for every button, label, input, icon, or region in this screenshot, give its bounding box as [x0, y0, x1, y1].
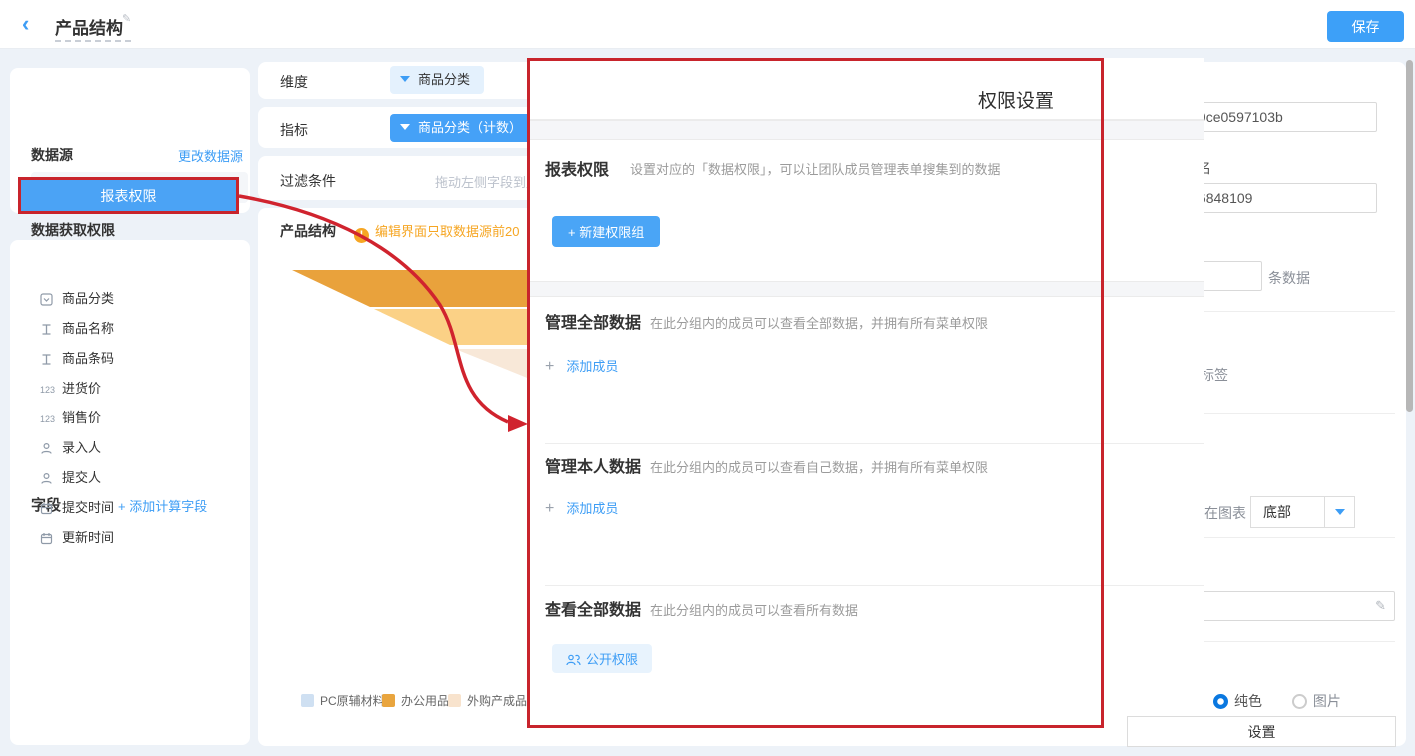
- group-title: 管理本人数据: [545, 453, 641, 477]
- chevron-down-icon: [1335, 509, 1345, 515]
- field-item[interactable]: 商品条码: [40, 348, 240, 370]
- radio-image[interactable]: 图片: [1292, 693, 1341, 709]
- add-member-link[interactable]: +添加成员: [545, 356, 618, 376]
- chevron-down-icon: [400, 124, 410, 130]
- divider: [545, 585, 1204, 586]
- people-icon: [566, 654, 581, 666]
- save-button[interactable]: 保存: [1327, 11, 1404, 42]
- legend-swatch: [448, 694, 461, 707]
- legend-swatch: [301, 694, 314, 707]
- radio-solid-color[interactable]: 纯色: [1213, 693, 1262, 709]
- field-item[interactable]: 123进货价: [40, 378, 240, 400]
- text-icon: [40, 323, 62, 336]
- person-icon: [40, 442, 62, 455]
- data-access-title: 数据获取权限: [31, 220, 115, 240]
- legend-item[interactable]: 外购产成品: [448, 692, 527, 709]
- group-desc: 在此分组内的成员可以查看自己数据，并拥有所有菜单权限: [650, 457, 988, 476]
- chart-position-label: 在图表: [1204, 503, 1246, 523]
- field-item[interactable]: 录入人: [40, 437, 240, 459]
- change-datasource-link[interactable]: 更改数据源: [178, 146, 243, 165]
- datasource-title: 数据源: [31, 145, 73, 165]
- report-permission-section-title: 报表权限: [545, 156, 609, 180]
- report-permission-button[interactable]: 报表权限: [21, 180, 236, 211]
- permission-dialog: 权限设置 报表权限 设置对应的「数据权限」，可以让团队成员管理表单搜集到的数据 …: [527, 58, 1204, 734]
- group-title: 查看全部数据: [545, 596, 641, 620]
- radio-selected-icon: [1213, 694, 1228, 709]
- tag-label-fragment: 标签: [1200, 365, 1228, 385]
- title-underline: [55, 40, 131, 42]
- group-desc: 在此分组内的成员可以查看全部数据，并拥有所有菜单权限: [650, 313, 988, 332]
- legend-item[interactable]: 办公用品: [382, 692, 449, 709]
- public-permission-button[interactable]: 公开权限: [552, 644, 652, 673]
- field-item[interactable]: 更新时间: [40, 527, 240, 549]
- chart-position-value: 底部: [1251, 504, 1291, 520]
- section-gap: [527, 120, 1204, 140]
- edit-title-icon[interactable]: ✎: [122, 12, 131, 25]
- metric-pill[interactable]: 商品分类（计数）: [390, 114, 536, 142]
- legend-item[interactable]: PC原辅材料: [301, 692, 385, 709]
- chevron-down-icon: [400, 76, 410, 82]
- dialog-title: 权限设置: [978, 86, 1054, 113]
- field-item[interactable]: 提交时间: [40, 497, 240, 519]
- group-desc: 在此分组内的成员可以查看所有数据: [650, 600, 858, 619]
- group-title: 管理全部数据: [545, 309, 641, 333]
- number-icon: 123: [40, 385, 62, 395]
- filter-label: 过滤条件: [280, 171, 336, 191]
- settings-button[interactable]: 设置: [1127, 716, 1396, 747]
- fill-type-radios: 纯色 图片: [1213, 691, 1341, 711]
- fields-card: 字段 + 添加计算字段 商品分类 商品名称 商品条码 123进货价 123销售价…: [10, 240, 250, 745]
- row-count-suffix: 条数据: [1268, 268, 1310, 288]
- dimension-label: 维度: [280, 72, 308, 92]
- person-icon: [40, 472, 62, 485]
- report-permission-section-desc: 设置对应的「数据权限」，可以让团队成员管理表单搜集到的数据: [630, 159, 1001, 178]
- legend-swatch: [382, 694, 395, 707]
- select-icon: [40, 293, 62, 306]
- select-caret-box: [1324, 497, 1354, 527]
- field-item[interactable]: 123销售价: [40, 407, 240, 429]
- header-bar: ‹ 产品结构 ✎ 保存: [0, 0, 1415, 48]
- pencil-icon[interactable]: ✎: [1375, 598, 1386, 614]
- plus-icon: +: [568, 225, 576, 240]
- add-member-link[interactable]: +添加成员: [545, 498, 618, 518]
- field-item[interactable]: 提交人: [40, 467, 240, 489]
- back-icon[interactable]: ‹: [22, 13, 44, 35]
- radio-unselected-icon: [1292, 694, 1307, 709]
- dimension-pill[interactable]: 商品分类: [390, 66, 484, 94]
- metric-label: 指标: [280, 120, 308, 140]
- plus-icon: +: [545, 500, 554, 517]
- field-item[interactable]: 商品分类: [40, 288, 240, 310]
- number-icon: 123: [40, 414, 62, 424]
- section-gap: [527, 281, 1204, 297]
- new-permission-group-button[interactable]: + 新建权限组: [552, 216, 660, 247]
- scrollbar-thumb[interactable]: [1406, 60, 1413, 412]
- divider: [545, 443, 1204, 444]
- text-icon: [40, 353, 62, 366]
- page-title: 产品结构: [55, 14, 123, 39]
- calendar-icon: [40, 532, 62, 545]
- field-item[interactable]: 商品名称: [40, 318, 240, 340]
- calendar-icon: [40, 502, 62, 515]
- chart-position-select[interactable]: 底部: [1250, 496, 1355, 528]
- plus-icon: +: [545, 358, 554, 375]
